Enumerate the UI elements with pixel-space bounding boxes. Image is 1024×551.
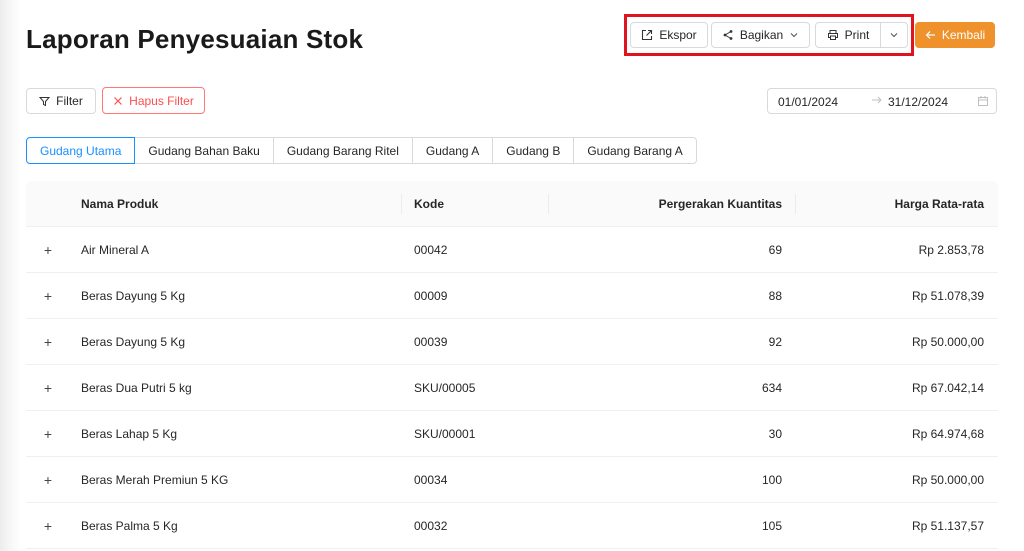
average-price: Rp 50.000,00 — [911, 334, 984, 349]
product-name: Beras Dayung 5 Kg — [81, 288, 186, 303]
filter-button[interactable]: Filter — [26, 88, 96, 114]
product-name: Air Mineral A — [81, 242, 150, 257]
table-row: + Beras Dayung 5 Kg 00039 92 Rp 50.000,0… — [26, 319, 998, 365]
table-row: + Air Mineral A 00042 69 Rp 2.853,78 — [26, 227, 998, 273]
tab-gudang-b[interactable]: Gudang B — [492, 137, 575, 164]
product-name: Beras Merah Premiun 5 KG — [81, 472, 229, 487]
share-label: Bagikan — [739, 28, 784, 42]
warehouse-tabs: Gudang Utama Gudang Bahan Baku Gudang Ba… — [26, 137, 697, 164]
quantity-movement: 634 — [761, 380, 782, 395]
product-name: Beras Lahap 5 Kg — [81, 426, 178, 441]
expand-row-icon[interactable]: + — [40, 242, 56, 258]
printer-icon — [827, 29, 839, 41]
average-price: Rp 51.137,57 — [911, 518, 984, 533]
arrow-right-icon — [871, 94, 883, 109]
product-code: 00009 — [414, 288, 448, 303]
print-label: Print — [844, 28, 870, 42]
export-button[interactable]: Ekspor — [630, 22, 708, 48]
product-name: Beras Dua Putri 5 kg — [81, 380, 192, 395]
average-price: Rp 67.042,14 — [911, 380, 984, 395]
share-icon — [722, 29, 734, 41]
close-icon — [113, 96, 123, 106]
column-divider — [548, 194, 549, 214]
average-price: Rp 51.078,39 — [911, 288, 984, 303]
product-code: SKU/00001 — [414, 426, 476, 441]
quantity-movement: 92 — [768, 334, 782, 349]
date-end[interactable]: 31/12/2024 — [888, 95, 948, 109]
product-name: Beras Palma 5 Kg — [81, 518, 178, 533]
average-price: Rp 2.853,78 — [918, 242, 984, 257]
table-row: + Beras Dayung 5 Kg 00009 88 Rp 51.078,3… — [26, 273, 998, 319]
table-row: + Beras Merah Premiun 5 KG 00034 100 Rp … — [26, 457, 998, 503]
product-code: SKU/00005 — [414, 380, 476, 395]
chevron-down-icon — [789, 30, 799, 40]
table-row: + Beras Dua Putri 5 kg SKU/00005 634 Rp … — [26, 365, 998, 411]
print-options-button[interactable] — [880, 22, 908, 48]
header-quantity-movement[interactable]: Pergerakan Kuantitas — [659, 181, 782, 226]
quantity-movement: 100 — [761, 472, 782, 487]
print-button[interactable]: Print — [815, 22, 881, 48]
product-name: Beras Dayung 5 Kg — [81, 334, 186, 349]
header-average-price[interactable]: Harga Rata-rata — [895, 181, 984, 226]
tab-gudang-a[interactable]: Gudang A — [411, 137, 494, 164]
filter-label: Filter — [56, 94, 83, 108]
calendar-icon — [977, 95, 989, 110]
product-code: 00039 — [414, 334, 448, 349]
tab-gudang-barang-ritel[interactable]: Gudang Barang Ritel — [272, 137, 413, 164]
header-product-name[interactable]: Nama Produk — [81, 181, 158, 226]
product-code: 00032 — [414, 518, 448, 533]
table-row: + Beras Lahap 5 Kg SKU/00001 30 Rp 64.97… — [26, 411, 998, 457]
quantity-movement: 88 — [768, 288, 782, 303]
arrow-left-icon — [925, 30, 936, 40]
page-title: Laporan Penyesuaian Stok — [26, 24, 364, 54]
back-button[interactable]: Kembali — [915, 22, 995, 48]
filter-icon — [39, 96, 51, 107]
share-button[interactable]: Bagikan — [711, 22, 810, 48]
product-code: 00034 — [414, 472, 448, 487]
average-price: Rp 64.974,68 — [911, 426, 984, 441]
date-range-picker[interactable]: 01/01/2024 31/12/2024 — [767, 88, 997, 114]
tab-gudang-barang-a[interactable]: Gudang Barang A — [573, 137, 697, 164]
chevron-down-icon — [889, 30, 899, 40]
product-code: 00042 — [414, 242, 448, 257]
header-code[interactable]: Kode — [414, 181, 444, 226]
expand-row-icon[interactable]: + — [40, 380, 56, 396]
tab-gudang-bahan-baku[interactable]: Gudang Bahan Baku — [134, 137, 274, 164]
quantity-movement: 105 — [761, 518, 782, 533]
quantity-movement: 69 — [768, 242, 782, 257]
clear-filter-label: Hapus Filter — [129, 93, 194, 108]
expand-row-icon[interactable]: + — [40, 426, 56, 442]
average-price: Rp 50.000,00 — [911, 472, 984, 487]
export-icon — [641, 29, 653, 41]
back-label: Kembali — [941, 28, 986, 42]
column-divider — [401, 194, 402, 214]
quantity-movement: 30 — [768, 426, 782, 441]
export-label: Ekspor — [659, 28, 697, 42]
table-row: + Beras Palma 5 Kg 00032 105 Rp 51.137,5… — [26, 503, 998, 549]
expand-row-icon[interactable]: + — [40, 472, 56, 488]
tab-gudang-utama[interactable]: Gudang Utama — [26, 137, 136, 164]
expand-row-icon[interactable]: + — [40, 288, 56, 304]
stock-adjustment-table: Nama Produk Kode Pergerakan Kuantitas Ha… — [26, 181, 998, 549]
column-divider — [795, 194, 796, 214]
clear-filter-button[interactable]: Hapus Filter — [102, 87, 205, 114]
date-start[interactable]: 01/01/2024 — [778, 95, 838, 109]
table-header: Nama Produk Kode Pergerakan Kuantitas Ha… — [26, 181, 998, 227]
expand-row-icon[interactable]: + — [40, 334, 56, 350]
expand-row-icon[interactable]: + — [40, 518, 56, 534]
